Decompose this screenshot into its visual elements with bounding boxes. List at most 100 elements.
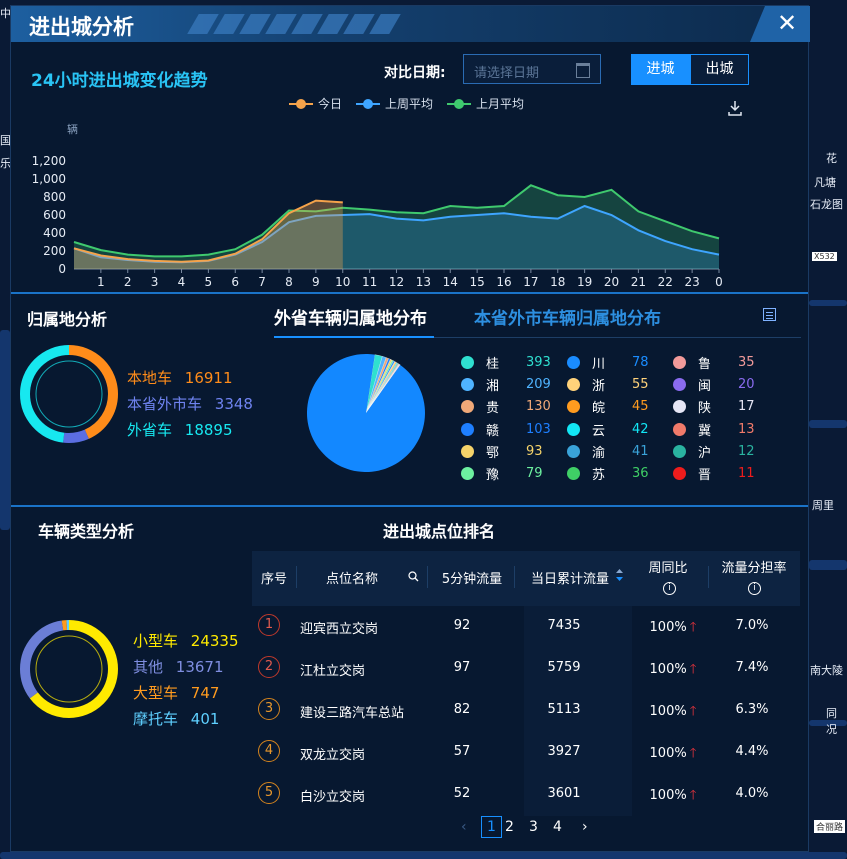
flow5-value: 92 — [453, 618, 471, 633]
search-icon[interactable] — [408, 571, 419, 582]
province-value: 12 — [738, 443, 755, 459]
flow5-value: 52 — [453, 786, 471, 801]
prev-page-button[interactable]: ‹ — [461, 819, 467, 835]
flow5-value: 97 — [453, 660, 471, 675]
arrow-up-icon: 🡑 — [689, 746, 697, 761]
next-page-button[interactable]: › — [582, 819, 588, 835]
x-tick-label: 12 — [389, 275, 404, 288]
total-value: 3601 — [547, 786, 581, 801]
page-button[interactable]: 1 — [481, 816, 502, 838]
x-tick-label: 6 — [231, 275, 239, 288]
legend-today[interactable]: 今日 — [289, 95, 342, 112]
province-name: 闽 — [698, 379, 712, 395]
table-row[interactable]: 4 双龙立交岗 57 3927 100% 🡑 4.4% — [252, 732, 800, 774]
province-legend-item[interactable]: 渝 41 — [567, 442, 649, 461]
table-view-icon[interactable] — [763, 308, 776, 321]
download-icon[interactable] — [727, 100, 743, 116]
close-icon[interactable]: ✕ — [777, 9, 797, 37]
province-name: 浙 — [592, 379, 606, 395]
x-tick-label: 10 — [335, 275, 350, 288]
rank-number: 3 — [258, 698, 280, 720]
province-legend-item[interactable]: 赣 103 — [461, 420, 551, 439]
province-legend-item[interactable]: 皖 45 — [567, 397, 649, 416]
province-name: 川 — [592, 357, 606, 372]
map-road — [809, 560, 847, 570]
pie-slice-remaining[interactable] — [306, 353, 425, 472]
ownership-province: 本省外市车 3348 — [127, 393, 253, 414]
table-row[interactable]: 5 白沙立交岗 52 3601 100% 🡑 4.0% — [252, 774, 800, 816]
province-legend-item[interactable]: 贵 130 — [461, 397, 551, 416]
compare-date-input[interactable]: 请选择日期 — [463, 54, 601, 84]
header-yoy: 周同比 — [648, 561, 688, 576]
province-legend-item[interactable]: 豫 79 — [461, 464, 543, 483]
ownership-ring[interactable] — [19, 344, 119, 444]
page-button[interactable]: 4 — [553, 819, 562, 835]
sort-icon[interactable] — [615, 568, 624, 582]
vehicle-type-ring[interactable] — [19, 619, 119, 719]
map-road — [0, 852, 847, 859]
province-legend-item[interactable]: 桂 393 — [461, 353, 551, 372]
province-legend-item[interactable]: 冀 13 — [673, 420, 755, 439]
province-value: 393 — [526, 355, 551, 370]
province-pie-chart[interactable] — [306, 351, 426, 475]
rank-number: 5 — [258, 782, 280, 804]
trend-chart[interactable]: 02004006008001,0001,2001 2 3 4 5 6 7 8 9 10 11 12 13… — [11, 136, 731, 288]
yoy-cell: 100% 🡑 — [638, 702, 708, 724]
info-icon[interactable]: i — [748, 582, 761, 595]
map-label: 花 — [826, 152, 837, 165]
table-row[interactable]: 2 江杜立交岗 97 5759 100% 🡑 7.4% — [252, 648, 800, 690]
province-dot — [567, 422, 580, 436]
arrow-up-icon: 🡑 — [689, 704, 697, 719]
province-dot — [461, 422, 474, 436]
province-value: 36 — [632, 466, 649, 481]
province-legend-item[interactable]: 苏 36 — [567, 464, 649, 483]
province-legend-item[interactable]: 鄂 93 — [461, 442, 543, 461]
table-row[interactable]: 3 建设三路汽车总站 82 5113 100% 🡑 6.3% — [252, 690, 800, 732]
province-value: 130 — [526, 399, 551, 415]
x-tick-label: 11 — [362, 275, 377, 288]
page-button[interactable]: 2 — [505, 819, 514, 835]
province-legend-item[interactable]: 云 42 — [567, 420, 649, 439]
flow5-value: 82 — [453, 702, 471, 717]
inbound-toggle-button[interactable]: 进城 — [631, 54, 690, 85]
province-dot — [461, 356, 474, 369]
vehicle-small: 小型车 24335 — [133, 630, 239, 651]
section-divider — [11, 505, 808, 507]
legend-last-week[interactable]: 上周平均 — [356, 95, 433, 112]
province-legend-item[interactable]: 沪 12 — [673, 442, 755, 461]
y-tick-label: 600 — [43, 208, 66, 222]
analysis-panel: 进出城分析 ✕ 24小时进出城变化趋势 对比日期: 请选择日期 进城 出城 今日… — [10, 5, 810, 852]
header-name[interactable]: 点位名称 — [302, 568, 402, 587]
outbound-toggle-button[interactable]: 出城 — [690, 54, 749, 85]
table-row[interactable]: 1 迎宾西立交岗 92 7435 100% 🡑 7.0% — [252, 606, 800, 648]
share-value: 7.4% — [735, 660, 769, 675]
province-legend-item[interactable]: 川 78 — [567, 353, 649, 372]
header-total[interactable]: 当日累计流量 — [520, 568, 620, 587]
window-title: 进出城分析 — [29, 15, 134, 39]
ownership-value: 18895 — [184, 421, 233, 439]
yoy-value: 100% — [649, 746, 687, 761]
legend-last-month[interactable]: 上月平均 — [447, 95, 524, 112]
province-legend-item[interactable]: 湘 209 — [461, 375, 551, 394]
tab-out-province[interactable]: 外省车辆归属地分布 — [274, 304, 427, 329]
province-legend-item[interactable]: 晋 11 — [673, 464, 755, 483]
tab-in-province[interactable]: 本省外市车辆归属地分布 — [474, 304, 661, 329]
map-road-sign: X532 — [812, 252, 837, 261]
province-dot — [567, 467, 580, 480]
y-tick-label: 800 — [43, 190, 66, 204]
total-value: 7435 — [547, 618, 581, 633]
province-value: 17 — [738, 399, 755, 415]
province-legend-item[interactable]: 闽 20 — [673, 375, 755, 394]
close-button[interactable]: ✕ — [750, 6, 810, 42]
province-legend-item[interactable]: 陕 17 — [673, 397, 755, 416]
province-dot — [567, 444, 580, 458]
province-legend-item[interactable]: 浙 55 — [567, 375, 649, 394]
x-tick-label: 17 — [523, 275, 538, 288]
tab-active-indicator — [274, 336, 434, 338]
page-button[interactable]: 3 — [529, 819, 538, 835]
map-label: 凡塘 — [814, 176, 836, 189]
arrow-up-icon: 🡑 — [689, 620, 697, 635]
province-legend-item[interactable]: 鲁 35 — [673, 353, 755, 372]
info-icon[interactable]: i — [663, 582, 676, 595]
share-value: 7.0% — [735, 618, 769, 633]
